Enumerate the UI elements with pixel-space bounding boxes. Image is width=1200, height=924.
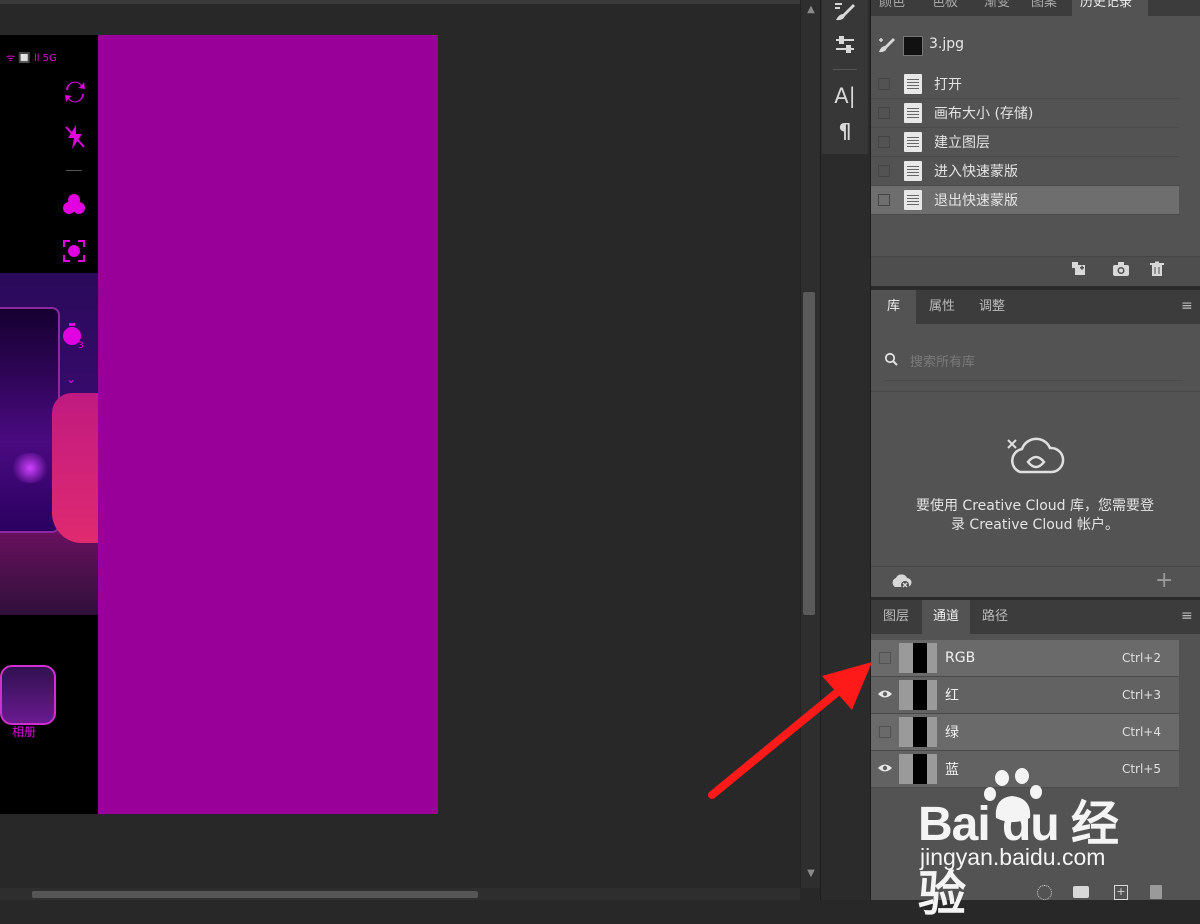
history-snapshot-row[interactable]: 3.jpg: [871, 26, 1200, 66]
vertical-scroll-thumb[interactable]: [803, 292, 815, 615]
divider: [66, 170, 82, 171]
baidu-jingyan-watermark: Bai du 经验 jingyan.baidu.com: [918, 768, 1148, 921]
paragraph-panel-icon[interactable]: ¶: [822, 115, 868, 147]
history-source-checkbox[interactable]: [878, 165, 890, 177]
history-item-label: 进入快速蒙版: [934, 164, 1018, 180]
tab-libraries[interactable]: 库: [871, 290, 916, 324]
red-annotation-arrow: [708, 662, 872, 799]
history-item-label: 退出快速蒙版: [934, 193, 1018, 209]
tab-gradients[interactable]: 渐变: [984, 0, 1024, 16]
tab-history[interactable]: 历史记录: [1072, 0, 1148, 16]
channel-name: RGB: [945, 650, 976, 666]
history-state-icon: [904, 132, 922, 152]
history-item[interactable]: 进入快速蒙版: [871, 157, 1179, 186]
phone-in-photo: [0, 307, 60, 533]
channel-thumbnail: [899, 717, 937, 747]
tab-paths[interactable]: 路径: [971, 600, 1019, 634]
history-item[interactable]: 打开: [871, 70, 1179, 99]
search-underline: [883, 380, 1183, 381]
history-item[interactable]: 建立图层: [871, 128, 1179, 157]
panel-menu-icon[interactable]: ≡: [1181, 608, 1193, 624]
chevron-down-icon: ⌄: [66, 372, 77, 386]
camera-snapshot-icon[interactable]: [1112, 261, 1130, 281]
svg-text:3: 3: [78, 341, 84, 351]
library-search-input[interactable]: 搜索所有库: [910, 351, 975, 370]
history-source-checkbox[interactable]: [878, 78, 890, 90]
toolbar-divider: [833, 69, 857, 70]
channel-shortcut: Ctrl+3: [1121, 688, 1161, 702]
history-source-checkbox[interactable]: [878, 107, 890, 119]
channel-thumbnail: [899, 643, 937, 673]
character-panel-icon[interactable]: A|: [822, 80, 868, 112]
history-source-checkbox[interactable]: [878, 194, 890, 206]
panel-menu-icon[interactable]: ≡: [1181, 298, 1193, 314]
library-message-line: 要使用 Creative Cloud 库，您需要登: [915, 498, 1155, 514]
library-footer: [871, 566, 1200, 598]
scroll-down-icon[interactable]: ▼: [801, 868, 821, 879]
document-photo-region: ᯤ 🔲 ll 5G 3 ⌄ 相册: [0, 35, 98, 814]
snapshot-thumbnail: [903, 36, 923, 56]
channel-name: 绿: [945, 725, 959, 741]
history-state-icon: [904, 103, 922, 123]
history-list: 打开 画布大小 (存储) 建立图层 进入快速蒙版 退出快速蒙版: [871, 70, 1179, 215]
history-brush-source-icon[interactable]: [877, 36, 897, 54]
rotate-camera-icon: [65, 81, 85, 103]
delete-channel-icon[interactable]: [1150, 885, 1162, 899]
flash-off-icon: [65, 125, 85, 149]
channel-row-green[interactable]: 绿 Ctrl+4: [871, 714, 1179, 751]
light-glow: [10, 453, 50, 483]
channel-list: RGB Ctrl+2 红 Ctrl+3 绿 Ctrl+4 蓝 Ctrl+5: [871, 640, 1179, 788]
hand-in-photo: [52, 393, 98, 543]
tab-properties[interactable]: 属性: [917, 290, 967, 324]
watermark-url: jingyan.baidu.com: [920, 844, 1106, 870]
history-source-checkbox[interactable]: [878, 136, 890, 148]
horizontal-scroll-thumb[interactable]: [32, 891, 478, 898]
tab-color[interactable]: 颜色: [879, 0, 919, 16]
library-login-message: 要使用 Creative Cloud 库，您需要登 录 Creative Clo…: [900, 497, 1170, 535]
adjustment-sliders-icon[interactable]: [822, 29, 868, 61]
library-message-line: 录 Creative Cloud 帐户。: [950, 517, 1120, 533]
tab-patterns[interactable]: 图案: [1031, 0, 1071, 16]
history-state-icon: [904, 161, 922, 181]
history-item-label: 建立图层: [934, 135, 990, 151]
history-item-label: 画布大小 (存储): [934, 106, 1034, 122]
channel-row-rgb[interactable]: RGB Ctrl+2: [871, 640, 1179, 677]
tab-layers[interactable]: 图层: [871, 600, 921, 634]
beauty-icon: [63, 240, 85, 262]
tab-adjustments[interactable]: 调整: [968, 290, 1016, 324]
creative-cloud-disconnected-icon: [1007, 437, 1065, 474]
history-state-icon: [904, 74, 922, 94]
channel-shortcut: Ctrl+2: [1121, 651, 1161, 665]
canvas-top-edge: [0, 0, 800, 4]
history-item-selected[interactable]: 退出快速蒙版: [871, 186, 1179, 215]
scroll-up-icon[interactable]: ▲: [801, 4, 821, 15]
album-thumbnail: [0, 665, 56, 725]
new-document-from-state-icon[interactable]: [1071, 261, 1089, 281]
snapshot-name: 3.jpg: [929, 36, 965, 52]
library-divider: [871, 391, 1200, 392]
delete-state-icon[interactable]: [1149, 261, 1165, 281]
album-label: 相册: [12, 725, 37, 739]
timer-icon: 3: [63, 323, 84, 351]
history-item[interactable]: 画布大小 (存储): [871, 99, 1179, 128]
channel-row-red[interactable]: 红 Ctrl+3: [871, 677, 1179, 714]
channel-shortcut: Ctrl+4: [1121, 725, 1161, 739]
history-state-icon: [904, 190, 922, 210]
channel-thumbnail: [899, 680, 937, 710]
cloud-sync-error-icon[interactable]: [890, 572, 912, 590]
tab-swatches[interactable]: 色板: [932, 0, 972, 16]
add-library-icon[interactable]: +: [1155, 568, 1173, 593]
search-icon: [884, 352, 898, 370]
brush-settings-icon[interactable]: [822, 0, 868, 28]
magenta-canvas-fill: [98, 35, 438, 814]
filters-icon: [63, 194, 85, 214]
channel-name: 红: [945, 688, 959, 704]
tab-channels[interactable]: 通道: [922, 600, 970, 634]
history-item-label: 打开: [934, 77, 962, 93]
phone-status-icons: ᯤ 🔲 ll 5G: [6, 53, 57, 64]
